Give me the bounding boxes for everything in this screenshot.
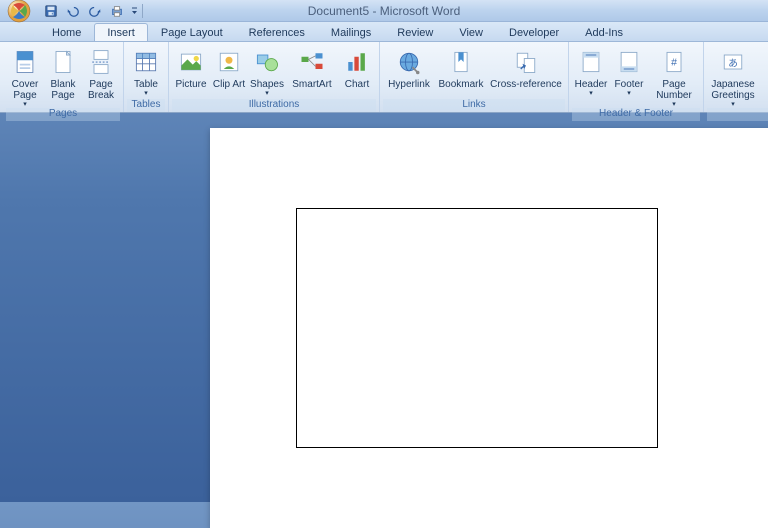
hyperlink-button[interactable]: Hyperlink <box>383 44 435 99</box>
page-number-icon: # <box>658 46 690 78</box>
group-tables: Table ▾ Tables <box>124 42 169 112</box>
dropdown-arrow-icon: ▾ <box>731 100 735 108</box>
blank-page-label: Blank Page <box>44 79 82 101</box>
blank-page-icon <box>47 46 79 78</box>
clipart-icon <box>213 46 245 78</box>
smartart-icon <box>296 46 328 78</box>
hyperlink-icon <box>393 46 425 78</box>
dropdown-arrow-icon: ▾ <box>672 100 676 108</box>
clipart-button[interactable]: Clip Art <box>210 44 248 99</box>
page-number-button[interactable]: # Page Number ▾ <box>648 44 700 108</box>
svg-text:#: # <box>671 57 677 69</box>
footer-icon <box>613 46 645 78</box>
dropdown-arrow-icon: ▾ <box>265 89 269 97</box>
japanese-greetings-button[interactable]: あ Japanese Greetings ▾ <box>707 44 759 108</box>
shapes-icon <box>251 46 283 78</box>
chart-button[interactable]: Chart <box>338 44 376 99</box>
inserted-shape-rectangle[interactable] <box>296 208 658 448</box>
hyperlink-label: Hyperlink <box>388 79 430 90</box>
tab-review[interactable]: Review <box>384 23 446 41</box>
bookmark-button[interactable]: Bookmark <box>435 44 487 99</box>
textbox-icon: A <box>762 46 768 78</box>
ribbon: Cover Page ▾ Blank Page Page Break Pages… <box>0 42 768 113</box>
document-page[interactable] <box>210 128 768 528</box>
picture-button[interactable]: Picture <box>172 44 210 99</box>
svg-text:あ: あ <box>728 58 738 69</box>
group-links: Hyperlink Bookmark Cross-reference Links <box>380 42 569 112</box>
chart-icon <box>341 46 373 78</box>
tab-references[interactable]: References <box>236 23 318 41</box>
ribbon-tabs: Home Insert Page Layout References Maili… <box>0 22 768 42</box>
page-number-label: Page Number <box>648 79 700 101</box>
dropdown-arrow-icon: ▾ <box>144 89 148 97</box>
window-title: Document5 - Microsoft Word <box>308 4 461 18</box>
group-pages: Cover Page ▾ Blank Page Page Break Pages <box>3 42 124 112</box>
shapes-button[interactable]: Shapes ▾ <box>248 44 286 99</box>
office-button[interactable] <box>2 0 36 22</box>
smartart-label: SmartArt <box>292 79 331 90</box>
tab-insert[interactable]: Insert <box>94 23 148 41</box>
blank-page-button[interactable]: Blank Page <box>44 44 82 108</box>
clipart-label: Clip Art <box>213 79 245 90</box>
picture-icon <box>175 46 207 78</box>
save-button[interactable] <box>42 3 60 19</box>
qat-dropdown[interactable] <box>130 6 138 16</box>
textbox-label: Text Box <box>759 79 768 101</box>
cover-page-label: Cover Page <box>6 79 44 101</box>
group-links-label: Links <box>383 99 565 112</box>
quick-access-toolbar <box>42 3 143 19</box>
bookmark-icon <box>445 46 477 78</box>
redo-button[interactable] <box>86 3 104 19</box>
titlebar: Document5 - Microsoft Word <box>0 0 768 22</box>
undo-button[interactable] <box>64 3 82 19</box>
page-break-icon <box>85 46 117 78</box>
crossref-icon <box>510 46 542 78</box>
picture-label: Picture <box>175 79 206 90</box>
page-break-label: Page Break <box>82 79 120 101</box>
group-header-footer: Header ▾ Footer ▾ # Page Number ▾ Header… <box>569 42 704 112</box>
cover-page-button[interactable]: Cover Page ▾ <box>6 44 44 108</box>
page-break-button[interactable]: Page Break <box>82 44 120 108</box>
dropdown-arrow-icon: ▾ <box>627 89 631 97</box>
header-button[interactable]: Header ▾ <box>572 44 610 108</box>
group-illustrations: Picture Clip Art Shapes ▾ SmartArt Chart… <box>169 42 380 112</box>
tab-home[interactable]: Home <box>39 23 94 41</box>
tab-addins[interactable]: Add-Ins <box>572 23 636 41</box>
group-text: あ Japanese Greetings ▾ A Text Box ▾ Quic… <box>704 42 768 112</box>
dropdown-arrow-icon: ▾ <box>23 100 27 108</box>
bookmark-label: Bookmark <box>438 79 483 90</box>
japanese-greetings-icon: あ <box>717 46 749 78</box>
dropdown-arrow-icon: ▾ <box>589 89 593 97</box>
cover-page-icon <box>9 46 41 78</box>
crossref-button[interactable]: Cross-reference <box>487 44 565 99</box>
smartart-button[interactable]: SmartArt <box>286 44 338 99</box>
footer-button[interactable]: Footer ▾ <box>610 44 648 108</box>
tab-page-layout[interactable]: Page Layout <box>148 23 236 41</box>
tab-developer[interactable]: Developer <box>496 23 572 41</box>
crossref-label: Cross-reference <box>490 79 562 90</box>
chart-label: Chart <box>345 79 369 90</box>
print-preview-button[interactable] <box>108 3 126 19</box>
qat-separator <box>142 4 143 18</box>
table-icon <box>130 46 162 78</box>
header-icon <box>575 46 607 78</box>
tab-view[interactable]: View <box>446 23 496 41</box>
group-tables-label: Tables <box>127 99 165 112</box>
japanese-greetings-label: Japanese Greetings <box>707 79 759 101</box>
group-illustrations-label: Illustrations <box>172 99 376 112</box>
textbox-button[interactable]: A Text Box ▾ <box>759 44 768 108</box>
tab-mailings[interactable]: Mailings <box>318 23 384 41</box>
table-button[interactable]: Table ▾ <box>127 44 165 99</box>
document-workspace <box>0 113 768 502</box>
